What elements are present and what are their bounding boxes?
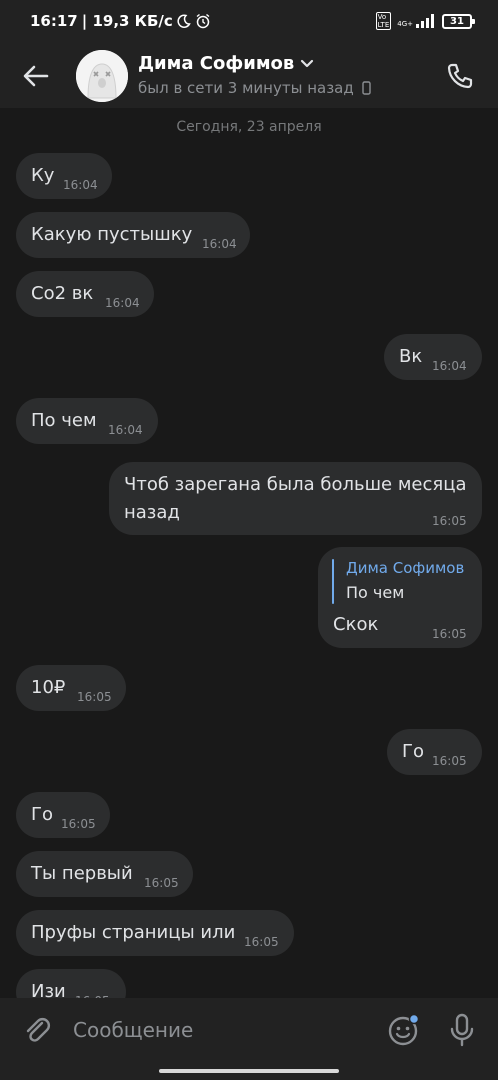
message-outgoing[interactable]: Чтоб зарегана была больше месяца назад 1… <box>109 462 482 535</box>
message-text-line: назад <box>124 502 180 523</box>
battery-level: 31 <box>450 15 464 27</box>
attach-button[interactable] <box>20 1013 54 1047</box>
reply-bar <box>332 559 334 604</box>
chat-header: Дима Софимов был в сети 3 минуты назад <box>0 44 498 108</box>
status-bar: 16:17 | 19,3 КБ/с Vo LTE 4G+ 31 <box>0 0 498 44</box>
message-time: 16:05 <box>432 514 467 528</box>
emoji-icon <box>388 1013 420 1046</box>
message-incoming[interactable]: Го 16:05 <box>16 792 110 838</box>
network-type: 4G+ <box>397 20 413 28</box>
message-incoming[interactable]: Ты первый 16:05 <box>16 851 193 897</box>
message-time: 16:05 <box>244 935 279 949</box>
emoji-button[interactable] <box>386 1012 422 1048</box>
message-time: 16:04 <box>432 359 467 373</box>
call-button[interactable] <box>440 56 480 96</box>
message-text: Го <box>31 804 53 825</box>
voice-button[interactable] <box>446 1012 478 1048</box>
avatar[interactable] <box>76 50 128 102</box>
message-text: Какую пустышку <box>31 224 193 245</box>
message-time: 16:04 <box>202 237 237 251</box>
contact-name[interactable]: Дима Софимов <box>138 53 314 74</box>
message-time: 16:04 <box>63 178 98 192</box>
message-time: 16:05 <box>77 690 112 704</box>
message-incoming[interactable]: 10₽ 16:05 <box>16 665 126 711</box>
phone-device-icon <box>362 81 371 95</box>
message-text: 10₽ <box>31 677 66 698</box>
message-time: 16:05 <box>61 817 96 831</box>
message-time: 16:05 <box>144 876 179 890</box>
message-time: 16:05 <box>432 627 467 641</box>
paperclip-icon <box>26 1017 51 1042</box>
message-incoming[interactable]: Со2 вк 16:04 <box>16 271 154 317</box>
chevron-down-icon <box>301 59 314 67</box>
message-text: По чем <box>31 410 97 431</box>
contact-name-text: Дима Софимов <box>138 53 295 74</box>
message-outgoing[interactable]: Го 16:05 <box>387 729 482 775</box>
message-incoming[interactable]: По чем 16:04 <box>16 398 158 444</box>
home-indicator[interactable] <box>159 1069 339 1073</box>
signal-icon: 4G+ <box>397 14 436 28</box>
last-seen: был в сети 3 минуты назад <box>138 79 371 97</box>
message-text: Пруфы страницы или <box>31 922 236 943</box>
message-text: Го <box>402 741 424 762</box>
status-speed: | 19,3 КБ/с <box>81 12 173 30</box>
reply-text: По чем <box>346 583 405 602</box>
message-text: Скок <box>333 614 379 635</box>
message-time: 16:04 <box>105 296 140 310</box>
message-incoming[interactable]: Пруфы страницы или 16:05 <box>16 910 294 956</box>
message-input[interactable]: Сообщение <box>73 1018 193 1042</box>
message-text: Вк <box>399 346 423 367</box>
message-text: Ку <box>31 165 55 186</box>
back-button[interactable] <box>16 56 56 96</box>
message-text: Со2 вк <box>31 283 94 304</box>
message-time: 16:04 <box>108 423 143 437</box>
call-icon <box>447 63 473 89</box>
reply-author: Дима Софимов <box>346 559 465 577</box>
date-separator: Сегодня, 23 апреля <box>176 119 322 135</box>
status-left: 16:17 | 19,3 КБ/с <box>30 12 211 30</box>
message-incoming[interactable]: Какую пустышку 16:04 <box>16 212 250 258</box>
avatar-image <box>76 50 128 102</box>
battery-icon: 31 <box>442 13 475 29</box>
message-text-line: Чтоб зарегана была больше месяца <box>124 474 467 495</box>
back-arrow-icon <box>23 65 49 87</box>
volte-icon: Vo LTE <box>375 12 392 30</box>
message-time: 16:05 <box>432 754 467 768</box>
microphone-icon <box>450 1013 474 1047</box>
status-right: Vo LTE 4G+ 31 <box>375 12 475 30</box>
message-outgoing[interactable]: Вк 16:04 <box>384 334 482 380</box>
status-time: 16:17 <box>30 12 78 30</box>
message-outgoing-reply[interactable]: Дима Софимов По чем Скок 16:05 <box>318 547 482 648</box>
alarm-icon <box>195 13 211 29</box>
last-seen-text: был в сети 3 минуты назад <box>138 79 354 97</box>
message-incoming[interactable]: Ку 16:04 <box>16 153 112 199</box>
message-text: Ты первый <box>31 863 133 884</box>
moon-icon <box>177 14 191 28</box>
message-composer: Сообщение <box>0 998 498 1068</box>
